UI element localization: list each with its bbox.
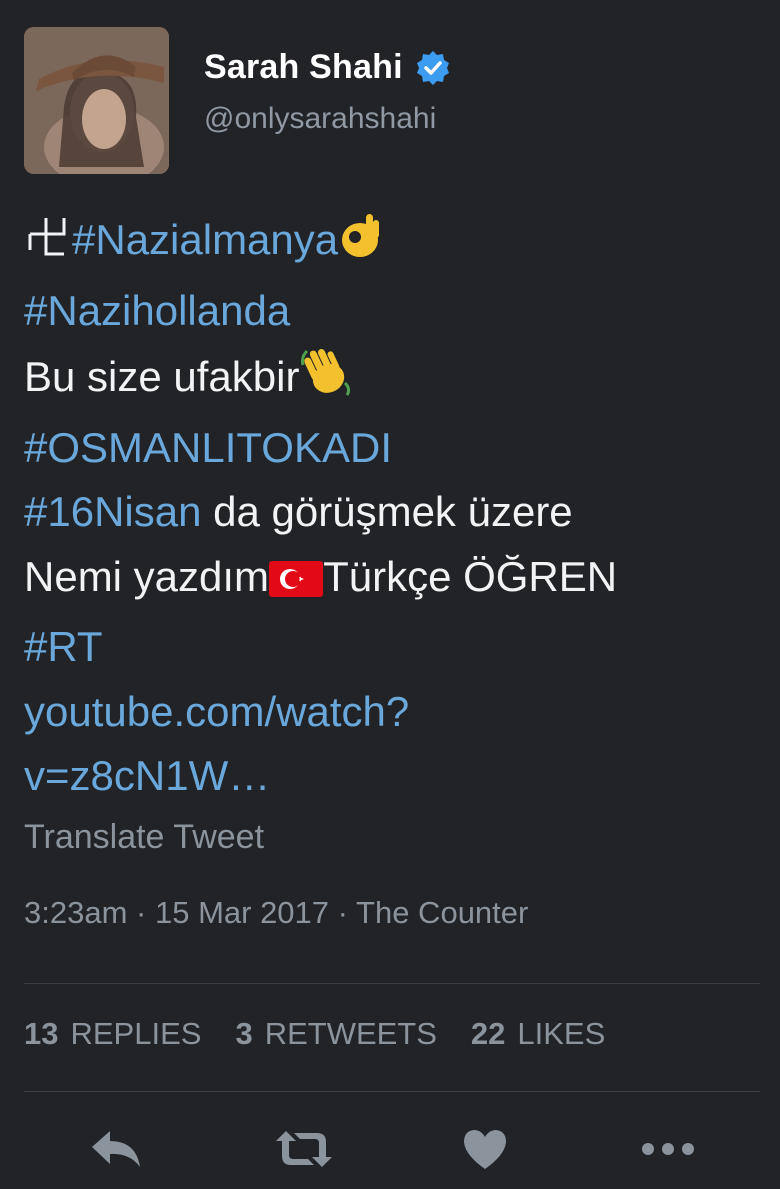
like-icon [464,1130,506,1169]
tweet-actions [0,1124,780,1180]
turkey-flag-icon [269,551,324,616]
hashtag-link[interactable]: #OSMANLITOKADI [24,424,392,471]
user-handle[interactable]: @onlysarahshahi [204,102,436,136]
meta-separator: · [127,895,155,930]
retweets-count: 3 [235,1016,253,1051]
tweet-text-segment: da görüşmek üzere [201,488,573,535]
retweet-icon [276,1131,332,1167]
tweet-line: #OSMANLITOKADI [24,416,764,481]
tweet-meta: 3:23am · 15 Mar 2017 · The Counter [24,895,528,931]
ok-hand-icon [338,210,384,279]
tweet-text: #Nazialmanya #Nazihollanda Bu size ufakbir… [24,208,764,809]
more-button[interactable] [638,1124,698,1174]
tweet-text-segment: Bu size ufakbir [24,353,300,400]
swastika-icon [24,212,72,279]
tweet-text-segment: Türkçe ÖĞREN [323,552,618,600]
user-name[interactable]: Sarah Shahi [204,48,403,87]
like-button[interactable] [455,1124,515,1174]
reply-button[interactable] [86,1124,146,1174]
meta-separator: · [329,895,357,930]
likes-label: LIKES [517,1016,606,1051]
replies-stat[interactable]: 13 REPLIES [24,1016,201,1052]
retweets-label: RETWEETS [264,1016,437,1051]
avatar[interactable] [24,27,169,174]
likes-count: 22 [470,1016,506,1051]
tweet-stats: 13 REPLIES 3 RETWEETS 22 LIKES [24,1016,605,1052]
tweet-line: youtube.com/watch? [24,680,764,745]
user-name-row: Sarah Shahi [204,48,451,87]
translate-tweet-link[interactable]: Translate Tweet [24,818,264,857]
retweets-stat[interactable]: 3 RETWEETS [235,1016,436,1052]
divider [24,1091,760,1092]
tweet-line: #Nazialmanya [24,208,764,279]
hashtag-link[interactable]: #RT [24,623,103,670]
more-icon [642,1143,694,1155]
url-link[interactable]: youtube.com/watch? [24,688,409,735]
replies-label: REPLIES [70,1016,202,1051]
replies-count: 13 [24,1016,59,1051]
reply-icon [92,1131,140,1167]
tweet-line: #Nazihollanda [24,279,764,344]
hashtag-link[interactable]: #16Nisan [24,488,201,535]
hashtag-link[interactable]: #Nazialmanya [72,216,338,263]
hashtag-link[interactable]: #Nazihollanda [24,287,290,334]
tweet-line: Bu size ufakbir [24,343,764,416]
tweet-card: Sarah Shahi @onlysarahshahi #Nazialmanya… [0,0,780,1189]
tweet-date[interactable]: 15 Mar 2017 [155,895,329,930]
url-link[interactable]: v=z8cN1W… [24,752,270,799]
tweet-line: Nemi yazdım Türkçe ÖĞREN [24,545,764,616]
likes-stat[interactable]: 22 LIKES [471,1016,605,1052]
tweet-line: v=z8cN1W… [24,744,764,809]
tweet-line: #RT [24,615,764,680]
tweet-text-segment: Nemi yazdım [24,552,270,600]
waving-hand-icon [299,343,353,416]
tweet-line: #16Nisan da görüşmek üzere [24,480,764,545]
tweet-source[interactable]: The Counter [356,895,528,930]
verified-badge-icon [415,50,451,86]
divider [24,983,760,984]
retweet-button[interactable] [274,1124,334,1174]
tweet-time[interactable]: 3:23am [24,895,127,930]
